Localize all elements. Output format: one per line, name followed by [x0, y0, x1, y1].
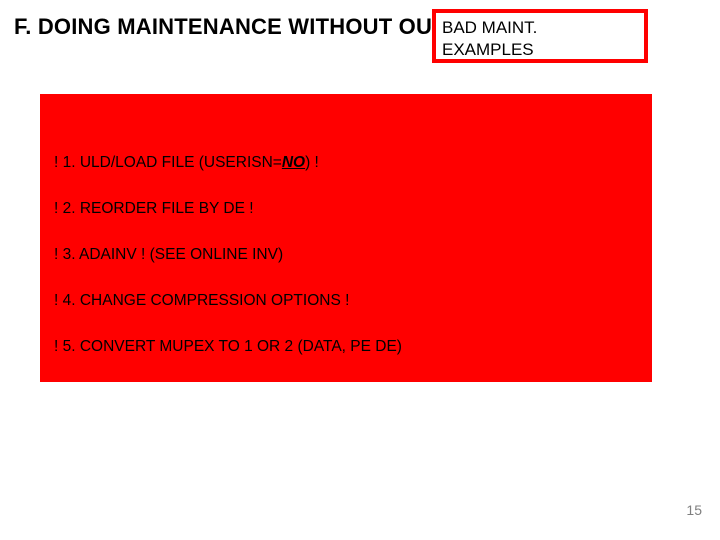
list-item: ! 1. ULD/LOAD FILE (USERISN=NO) ! — [54, 154, 638, 172]
item1-emph: NO — [282, 154, 305, 171]
list-item: ! 5. CONVERT MUPEX TO 1 OR 2 (DATA, PE D… — [54, 338, 638, 356]
red-panel: ! 1. ULD/LOAD FILE (USERISN=NO) ! ! 2. R… — [40, 94, 652, 382]
item1-pre: ! 1. ULD/LOAD FILE (USERISN= — [54, 154, 282, 171]
item1-post: ) ! — [305, 154, 319, 171]
list-item: ! 2. REORDER FILE BY DE ! — [54, 200, 638, 218]
slide-title: F. DOING MAINTENANCE WITHOUT OU — [14, 14, 432, 40]
slide: F. DOING MAINTENANCE WITHOUT OU BAD MAIN… — [0, 0, 720, 540]
callout-box: BAD MAINT. EXAMPLES — [432, 9, 648, 63]
page-number: 15 — [686, 502, 702, 518]
callout-line-1: BAD MAINT. — [442, 17, 638, 39]
callout-line-2: EXAMPLES — [442, 39, 638, 61]
list-item: ! 4. CHANGE COMPRESSION OPTIONS ! — [54, 292, 638, 310]
list-item: ! 3. ADAINV ! (SEE ONLINE INV) — [54, 246, 638, 264]
